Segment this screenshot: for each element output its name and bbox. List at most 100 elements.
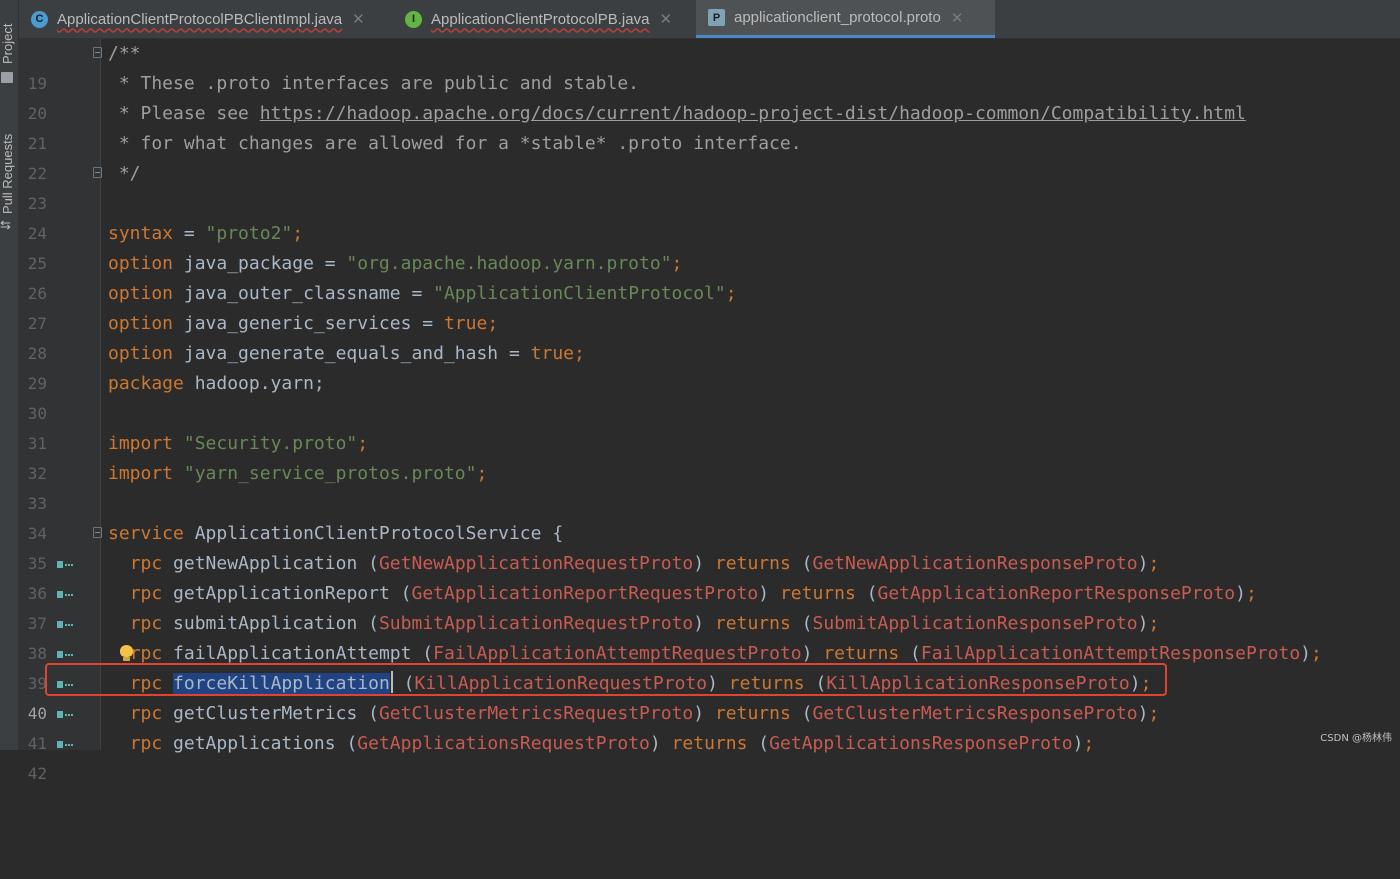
close-icon[interactable]: ✕	[659, 10, 672, 28]
line-number: 42	[27, 764, 47, 783]
doc-link[interactable]: https://hadoop.apache.org/docs/current/h…	[260, 103, 1246, 124]
code-text: rpc getClusterMetrics (GetClusterMetrics…	[129, 703, 1160, 724]
rpc-implementation-gutter-icon[interactable]	[57, 651, 73, 658]
tab-proto-file[interactable]: P applicationclient_protocol.proto ✕	[696, 0, 995, 38]
code-text: rpc submitApplication (SubmitApplication…	[129, 613, 1160, 634]
interface-icon: I	[405, 10, 422, 28]
code-line: 38 rpc submitApplication (SubmitApplicat…	[0, 609, 1400, 663]
tab-protocol-pb[interactable]: I ApplicationClientProtocolPB.java ✕	[393, 0, 696, 38]
code-text: option java_package = "org.apache.hadoop…	[108, 249, 682, 279]
code-plain: hadoop.yarn;	[183, 373, 325, 394]
string-literal: "org.apache.hadoop.yarn.proto"	[346, 253, 672, 274]
keyword: import	[108, 433, 174, 454]
comment-text: * Please see https://hadoop.apache.org/d…	[108, 99, 1246, 129]
keyword: option	[108, 343, 174, 364]
semicolon: ;	[487, 313, 499, 334]
response-type: GetApplicationsResponseProto	[769, 733, 1073, 754]
request-type: FailApplicationAttemptRequestProto	[433, 643, 802, 664]
keyword-returns: returns	[823, 643, 900, 664]
string-literal: "proto2"	[205, 223, 293, 244]
keyword-returns: returns	[714, 703, 791, 724]
keyword-returns: returns	[779, 583, 856, 604]
rpc-method-name: failApplicationAttempt	[173, 643, 412, 664]
semicolon: ;	[292, 223, 304, 244]
semicolon: ;	[725, 283, 737, 304]
close-icon[interactable]: ✕	[951, 9, 964, 27]
response-type: GetNewApplicationResponseProto	[812, 553, 1138, 574]
code-text: rpc getNewApplication (GetNewApplication…	[129, 553, 1160, 574]
code-text: rpc getApplicationReport (GetApplication…	[129, 583, 1257, 604]
code-line: 30 package hadoop.yarn;	[0, 369, 1400, 423]
editor-tab-bar: C ApplicationClientProtocolPBClientImpl.…	[19, 0, 1400, 39]
code-line: 23 */	[0, 159, 1400, 213]
tab-label: ApplicationClientProtocolPB.java	[431, 10, 650, 28]
code-text: package hadoop.yarn;	[108, 369, 325, 399]
code-line: 26 option java_package = "org.apache.had…	[0, 249, 1400, 303]
comment-text: * for what changes are allowed for a *st…	[108, 133, 802, 154]
keyword: option	[108, 253, 174, 274]
keyword: package	[108, 373, 184, 394]
rpc-implementation-gutter-icon[interactable]	[57, 561, 73, 568]
code-line: 27 option java_outer_classname = "Applic…	[0, 279, 1400, 333]
rpc-implementation-gutter-icon[interactable]	[57, 741, 73, 748]
semicolon: ;	[357, 433, 369, 454]
tab-label: applicationclient_protocol.proto	[734, 9, 941, 26]
rpc-method-name: getApplications	[173, 733, 336, 754]
fold-icon[interactable]	[93, 527, 102, 538]
close-icon[interactable]: ✕	[352, 10, 365, 28]
request-type: GetNewApplicationRequestProto	[378, 553, 694, 574]
keyword-rpc: rpc	[129, 613, 163, 634]
comment-text: * These .proto interfaces are public and…	[108, 73, 640, 94]
code-line: 24	[0, 189, 1400, 243]
boolean-literal: true	[530, 343, 575, 364]
rpc-method-name: submitApplication	[173, 613, 358, 634]
proto-file-icon: P	[708, 9, 725, 26]
code-text: option java_generic_services = true;	[108, 309, 498, 339]
string-literal: "ApplicationClientProtocol"	[433, 283, 726, 304]
semicolon: ;	[671, 253, 683, 274]
boolean-literal: true	[443, 313, 488, 334]
rpc-implementation-gutter-icon[interactable]	[57, 621, 73, 628]
string-literal: "Security.proto"	[183, 433, 358, 454]
rpc-method-name: getClusterMetrics	[173, 703, 358, 724]
code-line: 42 rpc getApplications (GetApplicationsR…	[0, 729, 1400, 783]
rpc-implementation-gutter-icon[interactable]	[57, 591, 73, 598]
code-line: 22 * for what changes are allowed for a …	[0, 129, 1400, 183]
keyword: import	[108, 463, 174, 484]
comment-text: */	[108, 163, 141, 184]
class-icon: C	[31, 10, 48, 28]
keyword-rpc: rpc	[129, 643, 163, 664]
code-line: 33 import "yarn_service_protos.proto";	[0, 459, 1400, 513]
comment-text: /**	[108, 43, 141, 64]
code-line: 28 option java_generic_services = true;	[0, 309, 1400, 363]
code-line: 21 * Please see https://hadoop.apache.or…	[0, 99, 1400, 153]
keyword-returns: returns	[671, 733, 748, 754]
intention-bulb-icon[interactable]	[120, 645, 133, 662]
keyword-rpc: rpc	[129, 733, 163, 754]
code-plain: ApplicationClientProtocolService {	[183, 523, 564, 544]
code-plain: java_package =	[173, 253, 347, 274]
code-line: 36 rpc getNewApplication (GetNewApplicat…	[0, 549, 1400, 603]
request-type: GetApplicationReportRequestProto	[411, 583, 759, 604]
code-line: 34	[0, 489, 1400, 543]
code-line: 31	[0, 399, 1400, 453]
keyword-rpc: rpc	[129, 553, 163, 574]
code-plain: =	[173, 223, 206, 244]
response-type: FailApplicationAttemptResponseProto	[920, 643, 1301, 664]
code-text: option java_generate_equals_and_hash = t…	[108, 339, 585, 369]
rpc-implementation-gutter-icon[interactable]	[57, 711, 73, 718]
fold-icon[interactable]	[93, 167, 102, 178]
fold-icon[interactable]	[93, 47, 102, 58]
code-plain	[173, 463, 184, 484]
code-text: rpc getApplications (GetApplicationsRequ…	[129, 733, 1095, 754]
keyword-rpc: rpc	[129, 703, 163, 724]
code-plain: java_generate_equals_and_hash =	[173, 343, 531, 364]
code-line: 41 rpc getClusterMetrics (GetClusterMetr…	[0, 699, 1400, 753]
keyword-returns: returns	[714, 613, 791, 634]
keyword-returns: returns	[714, 553, 791, 574]
response-type: SubmitApplicationResponseProto	[812, 613, 1138, 634]
keyword-rpc: rpc	[129, 583, 163, 604]
code-plain: java_generic_services =	[173, 313, 444, 334]
tab-client-impl[interactable]: C ApplicationClientProtocolPBClientImpl.…	[19, 0, 393, 38]
code-text: option java_outer_classname = "Applicati…	[108, 279, 737, 309]
